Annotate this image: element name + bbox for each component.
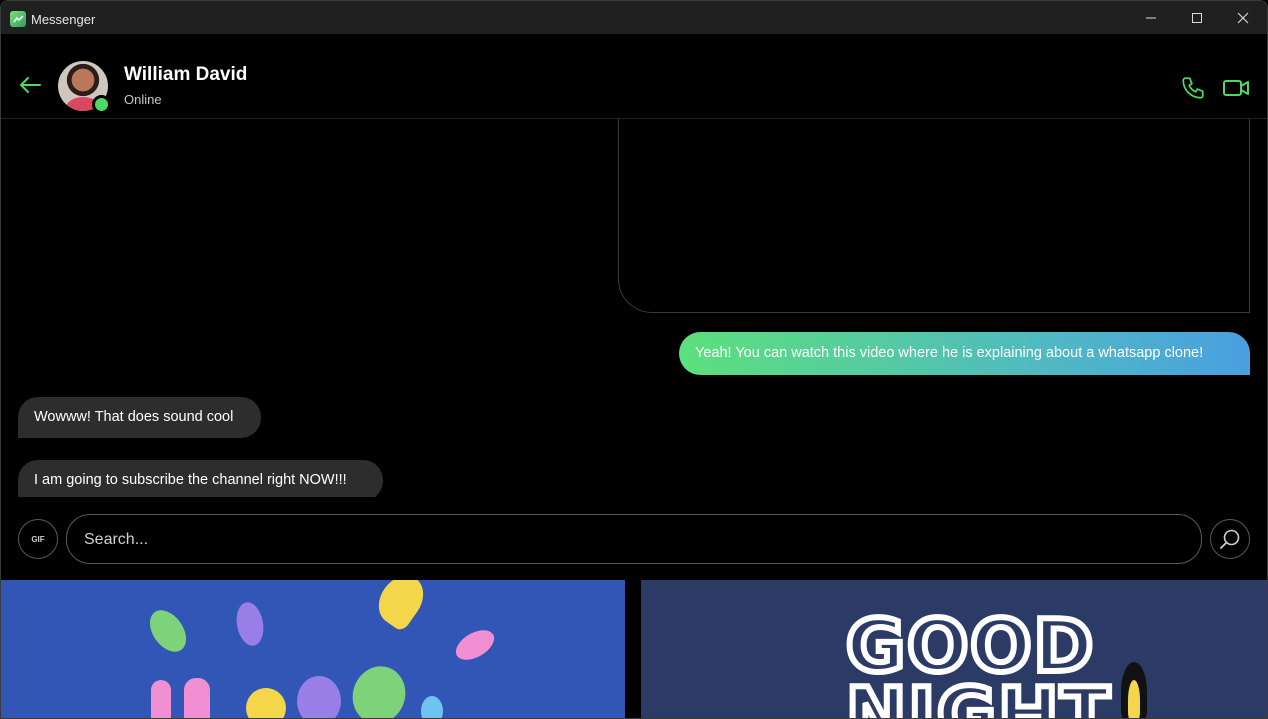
contact-name: William David [124, 64, 248, 85]
confetti-blob [233, 600, 267, 648]
confetti-blob [344, 658, 414, 718]
incoming-message: I am going to subscribe the channel righ… [18, 460, 383, 497]
maximize-icon [1192, 12, 1202, 23]
back-button[interactable] [17, 74, 43, 96]
magnifier-icon [1220, 529, 1240, 549]
message-list[interactable]: Yeah! You can watch this video where he … [1, 119, 1267, 497]
search-button[interactable] [1210, 519, 1250, 559]
confetti-blob [246, 688, 286, 718]
confetti-blob [421, 696, 443, 718]
message-text: Wowww! That does sound cool [34, 409, 234, 426]
video-call-button[interactable] [1222, 76, 1250, 100]
window-title: Messenger [31, 12, 96, 27]
video-camera-icon [1223, 80, 1249, 96]
close-button[interactable] [1220, 1, 1266, 34]
title-bar[interactable]: Messenger [1, 1, 1267, 34]
incoming-message: Wowww! That does sound cool [18, 397, 261, 438]
messenger-window: Messenger William David Online Yeah! You… [0, 0, 1268, 719]
minimize-button[interactable] [1128, 1, 1174, 34]
chat-header: William David Online [1, 34, 1267, 119]
message-text: Yeah! You can watch this video where he … [695, 345, 1204, 362]
confetti-blob [369, 580, 433, 633]
voice-call-button[interactable] [1180, 75, 1206, 101]
outgoing-message: Yeah! You can watch this video where he … [679, 332, 1250, 375]
messenger-icon [10, 11, 26, 27]
gif-result-2[interactable]: GOOD NIGHT [641, 580, 1267, 719]
candle-flame-core [1128, 680, 1140, 718]
close-icon [1237, 12, 1249, 23]
search-box [66, 514, 1202, 565]
gif-result-1[interactable] [1, 580, 625, 718]
gif-label: GIF [31, 534, 45, 544]
confetti-blob [184, 678, 210, 718]
video-message-card[interactable] [618, 119, 1250, 313]
search-input[interactable] [82, 515, 1186, 565]
confetti-blob [450, 624, 500, 666]
online-status-dot [92, 95, 111, 114]
gif-button[interactable]: GIF [18, 519, 58, 559]
gif-good-night-text: GOOD NIGHT [843, 604, 1113, 719]
message-text: I am going to subscribe the channel righ… [34, 472, 347, 489]
contact-status: Online [124, 92, 162, 107]
confetti-blob [142, 603, 194, 659]
confetti-blob [151, 680, 171, 718]
maximize-button[interactable] [1174, 1, 1220, 34]
confetti-blob [297, 676, 341, 718]
arrow-left-icon [20, 77, 41, 93]
minimize-icon [1146, 17, 1156, 18]
phone-icon [1182, 77, 1204, 99]
